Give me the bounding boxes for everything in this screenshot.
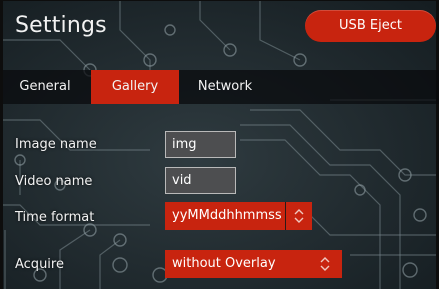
tab-bar: General Gallery Network: [3, 70, 439, 104]
image-name-label: Image name: [15, 137, 97, 152]
usb-eject-button[interactable]: USB Eject: [305, 10, 436, 42]
up-down-chevron-icon: [320, 257, 330, 271]
acquire-select[interactable]: without Overlay: [165, 250, 342, 278]
video-name-input[interactable]: vid: [165, 167, 236, 194]
page-title: Settings: [15, 13, 107, 38]
acquire-label: Acquire: [15, 257, 64, 272]
time-format-value: yyMMddhhmmss: [172, 208, 282, 223]
tab-gallery[interactable]: Gallery: [91, 70, 179, 104]
video-name-label: Video name: [15, 174, 93, 189]
up-down-chevron-icon: [294, 209, 304, 223]
image-name-input[interactable]: img: [165, 131, 236, 158]
acquire-value: without Overlay: [172, 256, 276, 271]
time-format-select[interactable]: yyMMddhhmmss: [165, 202, 312, 230]
tab-network[interactable]: Network: [186, 70, 264, 104]
time-format-label: Time format: [15, 210, 95, 225]
tab-general[interactable]: General: [3, 70, 87, 104]
